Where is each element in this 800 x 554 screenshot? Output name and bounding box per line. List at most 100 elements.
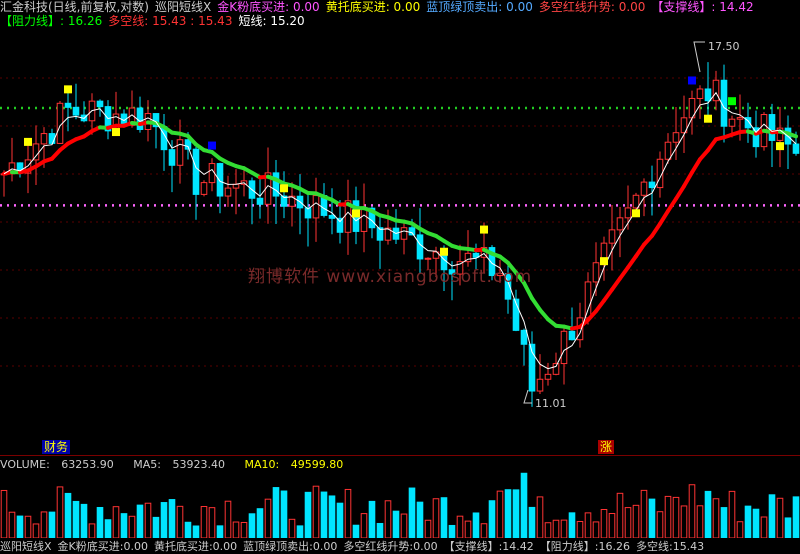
candle-body [545, 374, 551, 379]
trend-line-segment [628, 256, 636, 267]
indicator-row2-value-2: 短线: 15.20 [238, 14, 304, 28]
candle-body [401, 228, 407, 240]
trend-line-segment [532, 298, 540, 310]
volume-bar [41, 512, 47, 538]
volume-bar [489, 501, 495, 538]
volume-bar [161, 503, 167, 538]
volume-bar [649, 499, 655, 538]
volume-bar [537, 497, 543, 538]
volume-bar [641, 490, 647, 538]
trend-line-segment [692, 159, 700, 172]
volume-bar [585, 513, 591, 538]
volume-bar [337, 503, 343, 538]
volume-bar [153, 517, 159, 538]
volume-bar [65, 493, 71, 538]
indicator-row2-value-0: 【阻力线】: 16.26 [0, 14, 102, 28]
trend-line-segment [604, 290, 612, 301]
rise-marker[interactable]: 涨 [598, 440, 614, 454]
volume-bar [441, 498, 447, 538]
volume-bar [457, 516, 463, 538]
volume-bar [769, 495, 775, 538]
signal-square [112, 128, 120, 136]
candle-body [313, 196, 319, 218]
volume-bar [297, 526, 303, 538]
indicator-value-1: 黄托底买进: 0.00 [326, 0, 421, 14]
candle-body [257, 198, 263, 204]
volume-bar [281, 491, 287, 538]
volume-bar [169, 500, 175, 538]
panel-divider [0, 455, 800, 456]
indicator-value-2: 蓝顶绿顶卖出: 0.00 [426, 0, 533, 14]
candle-body [41, 134, 47, 144]
candle-body [49, 134, 55, 144]
candlestick-chart[interactable] [0, 30, 800, 450]
candle-body [73, 107, 79, 115]
candle-body [713, 80, 719, 100]
candle-body [585, 282, 591, 318]
volume-bar [401, 514, 407, 538]
volume-bar [433, 499, 439, 538]
volume-bar [657, 512, 663, 538]
volume-bar [57, 487, 63, 538]
volume-bar [289, 519, 295, 538]
volume-bar [497, 491, 503, 538]
volume-bar [113, 507, 119, 538]
ma5-label: MA5: 53923.40 [133, 458, 233, 471]
volume-bar [185, 522, 191, 538]
candle-body [553, 364, 559, 375]
volume-bar [345, 489, 351, 538]
signal-square [352, 209, 360, 217]
candle-body [705, 89, 711, 101]
volume-bar [25, 516, 31, 538]
volume-bar [545, 523, 551, 538]
candle-body [593, 263, 599, 282]
volume-bar [745, 506, 751, 538]
volume-chart[interactable] [0, 472, 800, 538]
stock-title[interactable]: 汇金科技(日线,前复权,对数) [0, 0, 149, 14]
volume-bar [665, 496, 671, 538]
volume-bar [321, 492, 327, 538]
volume-bar [625, 508, 631, 538]
candle-body [793, 144, 799, 153]
trend-line-segment [676, 186, 684, 199]
volume-bar [193, 526, 199, 538]
signal-square [632, 209, 640, 217]
signal-square [600, 257, 608, 265]
signal-square [480, 226, 488, 234]
signal-square [440, 248, 448, 256]
volume-bar [785, 518, 791, 538]
candle-body [521, 330, 527, 344]
candle-body [641, 182, 647, 195]
indicator-row2-value-1: 多空线: 15.43 : 15.43 [108, 14, 232, 28]
candle-body [537, 379, 543, 391]
volume-bar [137, 505, 143, 538]
candle-body [617, 218, 623, 230]
candle-body [177, 140, 183, 166]
candle-body [329, 215, 335, 218]
indicator-name[interactable]: 巡阳短线X [155, 0, 211, 14]
volume-label: VOLUME: 63253.90 [0, 458, 122, 471]
ma10-label: MA10: 49599.80 [245, 458, 352, 471]
indicator-header-row-2: 【阻力线】: 16.26 多空线: 15.43 : 15.43 短线: 15.20 [0, 14, 317, 28]
volume-bar [577, 521, 583, 538]
volume-bar [177, 506, 183, 538]
candle-body [665, 142, 671, 159]
volume-bar [505, 490, 511, 538]
candle-body [233, 184, 239, 188]
high-price-label: 17.50 [708, 40, 740, 53]
volume-bar [737, 522, 743, 538]
volume-bar [17, 516, 23, 538]
indicator-value-0: 金K粉底买进: 0.00 [217, 0, 319, 14]
trend-line-segment [652, 224, 660, 236]
volume-bar [1, 490, 7, 538]
signal-square [24, 138, 32, 146]
volume-bar [9, 512, 15, 538]
finance-marker[interactable]: 财务 [42, 440, 70, 454]
volume-bar [609, 514, 615, 538]
candle-body [697, 89, 703, 98]
volume-bar [777, 498, 783, 538]
candle-body [625, 208, 631, 218]
volume-bar [73, 501, 79, 538]
volume-bar [617, 493, 623, 538]
volume-bar [473, 513, 479, 538]
